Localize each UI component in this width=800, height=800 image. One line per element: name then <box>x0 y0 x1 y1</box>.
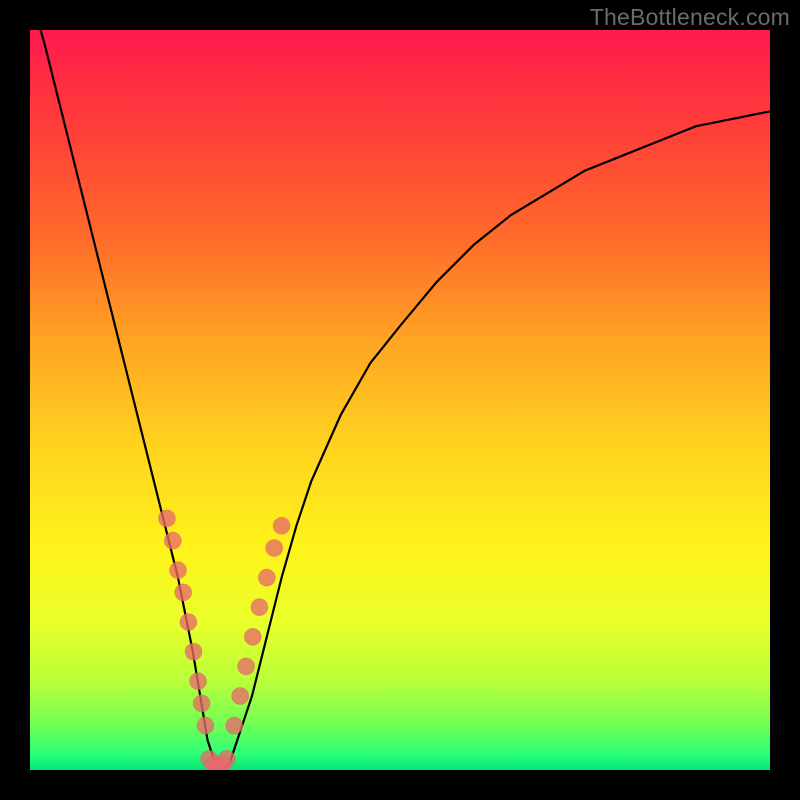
marker-dot <box>266 540 283 557</box>
watermark-text: TheBottleneck.com <box>590 4 790 31</box>
marker-dot <box>189 673 206 690</box>
marker-dot <box>180 614 197 631</box>
marker-dots-group <box>158 510 290 770</box>
curve-svg <box>30 30 770 770</box>
plot-area <box>30 30 770 770</box>
marker-dot <box>232 688 249 705</box>
chart-frame: TheBottleneck.com <box>0 0 800 800</box>
marker-dot <box>251 599 268 616</box>
marker-dot <box>175 584 192 601</box>
marker-dot <box>273 517 290 534</box>
marker-dot <box>158 510 175 527</box>
marker-dot <box>226 717 243 734</box>
marker-dot <box>164 532 181 549</box>
marker-dot <box>218 750 235 767</box>
marker-dot <box>258 569 275 586</box>
bottleneck-curve <box>30 30 770 770</box>
marker-dot <box>238 658 255 675</box>
marker-dot <box>244 628 261 645</box>
marker-dot <box>170 562 187 579</box>
marker-dot <box>193 695 210 712</box>
marker-dot <box>197 717 214 734</box>
marker-dot <box>185 643 202 660</box>
